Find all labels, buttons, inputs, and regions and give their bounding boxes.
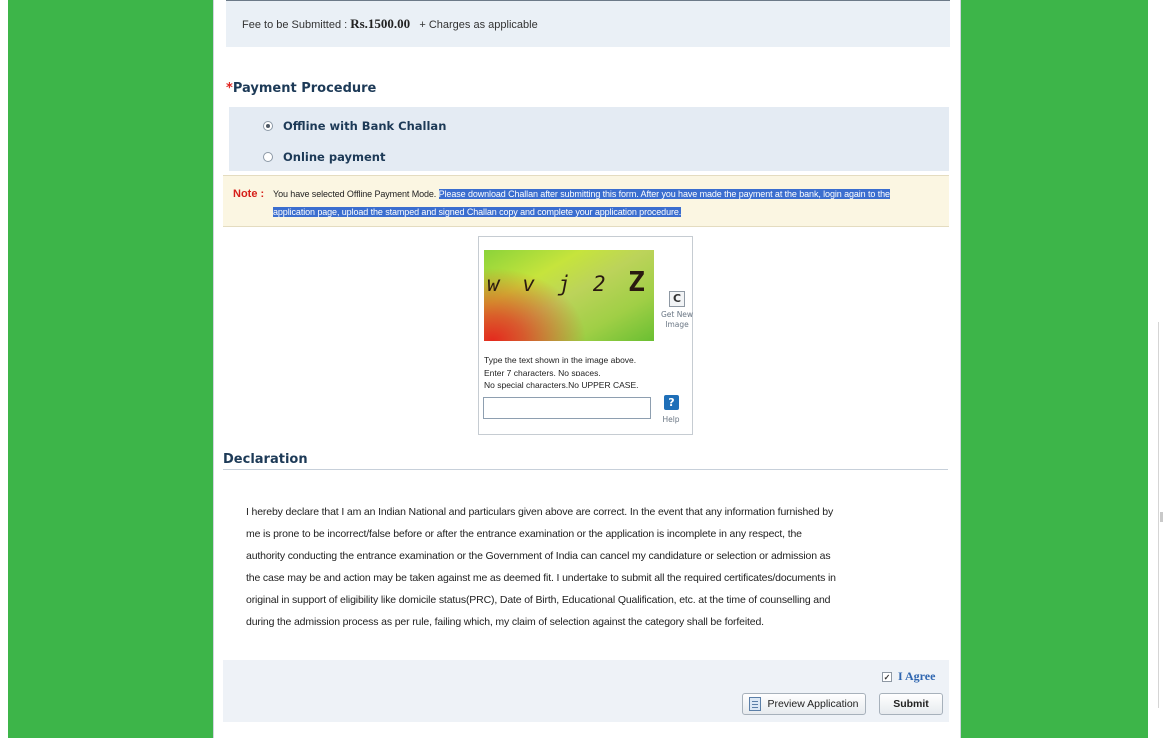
captcha-instruction-1: Type the text shown in the image above. [484, 355, 637, 365]
captcha-image: w v j 2 Z d 3 [484, 250, 654, 341]
note-highlighted-text-1: Please download Challan after submitting… [438, 189, 890, 199]
note-plain-text: You have selected Offline Payment Mode. [273, 189, 437, 199]
declaration-line-2: me is prone to be incorrect/false before… [246, 528, 802, 540]
captcha-instruction-3: No special characters.No UPPER CASE. [484, 380, 639, 390]
declaration-line-4: the case may be and action may be taken … [246, 572, 836, 584]
payment-option-online[interactable]: Online payment [263, 150, 385, 164]
payment-procedure-title: *Payment Procedure [226, 81, 376, 96]
document-icon [749, 697, 762, 711]
right-green-margin [961, 0, 1148, 738]
declaration-line-3: authority conducting the entrance examin… [246, 550, 831, 562]
refresh-captcha-icon[interactable]: C [669, 291, 685, 307]
agree-label: I Agree [898, 669, 936, 683]
declaration-line-1: I hereby declare that I am an Indian Nat… [246, 506, 834, 518]
required-mark: * [226, 81, 233, 96]
declaration-line-5: original in support of eligibility like … [246, 594, 831, 606]
application-form-page: Fee to be Submitted : Rs.1500.00 + Charg… [213, 0, 961, 738]
payment-option-online-label: Online payment [283, 150, 386, 164]
fee-label: Fee to be Submitted : [242, 19, 348, 31]
captcha-text-part-1: w v j 2 [487, 272, 629, 296]
submit-label: Submit [893, 698, 929, 710]
radio-offline-selected[interactable] [263, 121, 273, 131]
refresh-captcha-label[interactable]: Get New Image [657, 310, 697, 330]
note-highlighted-text-2: application page, upload the stamped and… [273, 207, 682, 217]
left-green-margin [8, 0, 213, 738]
refresh-label-line-1: Get New [660, 310, 694, 319]
payment-option-offline[interactable]: Offline with Bank Challan [263, 119, 446, 133]
window-edge-mark [1160, 512, 1163, 522]
fee-line: Fee to be Submitted : Rs.1500.00 + Charg… [242, 16, 538, 32]
captcha-instruction-2: Enter 7 characters. No spaces. [484, 368, 601, 376]
note-label: Note : [233, 188, 265, 200]
declaration-title: Declaration [223, 452, 308, 467]
payment-options-box: Offline with Bank Challan Online payment [229, 107, 949, 171]
captcha-image-text: w v j 2 Z d 3 [487, 264, 654, 299]
note-line-2: application page, upload the stamped and… [273, 207, 681, 217]
captcha-text-part-2: Z d [628, 265, 654, 298]
fee-extra-charges: + Charges as applicable [419, 19, 538, 31]
refresh-label-line-2: Image [665, 320, 689, 329]
submit-button[interactable]: Submit [879, 693, 943, 715]
preview-application-button[interactable]: Preview Application [742, 693, 866, 715]
radio-online[interactable] [263, 152, 273, 162]
declaration-line-6: during the admission process as per rule… [246, 616, 764, 628]
payment-option-offline-label: Offline with Bank Challan [283, 119, 447, 133]
agree-checkbox[interactable]: ✓ [882, 671, 892, 682]
declaration-divider [223, 469, 948, 470]
captcha-panel: w v j 2 Z d 3 C Get New Image Type the t… [478, 236, 693, 435]
payment-procedure-label: Payment Procedure [232, 81, 377, 96]
payment-note: Note : You have selected Offline Payment… [223, 175, 949, 227]
fee-summary-box: Fee to be Submitted : Rs.1500.00 + Charg… [226, 0, 950, 47]
window-edge-line [1158, 322, 1159, 708]
captcha-input[interactable] [483, 397, 651, 419]
agree-checkbox-row[interactable]: ✓ I Agree [882, 669, 935, 684]
fee-amount: Rs.1500.00 [350, 16, 411, 31]
note-line-1: You have selected Offline Payment Mode. … [273, 189, 890, 199]
help-icon[interactable]: ? [664, 395, 679, 410]
help-label[interactable]: Help [661, 415, 681, 424]
preview-application-label: Preview Application [767, 698, 859, 710]
